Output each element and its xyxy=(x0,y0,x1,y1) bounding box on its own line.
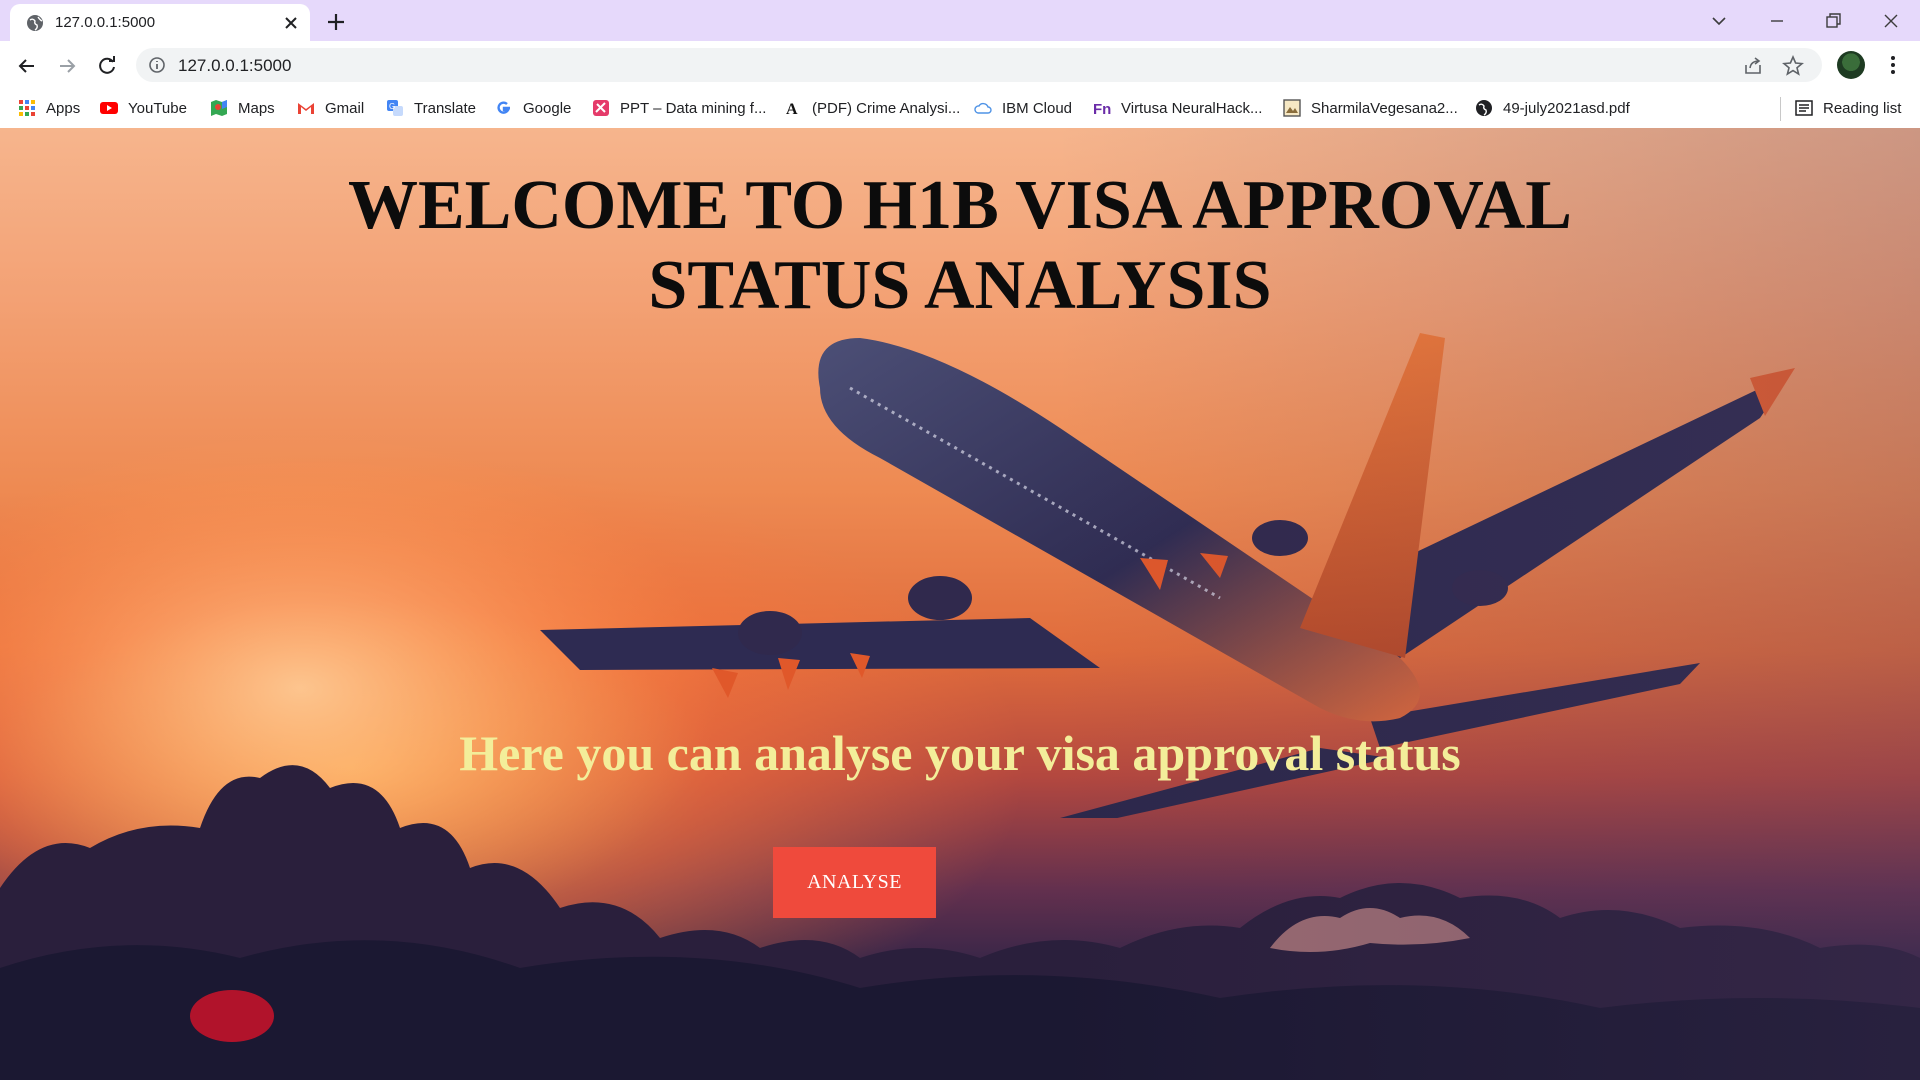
bookmark-google[interactable]: Google xyxy=(495,97,571,119)
bookmark-pdf[interactable]: 49-july2021asd.pdf xyxy=(1475,97,1630,119)
title-line-1: WELCOME TO H1B VISA APPROVAL xyxy=(347,167,1572,244)
academia-icon: A xyxy=(786,101,798,117)
globe-icon xyxy=(1476,100,1492,116)
reading-list-icon xyxy=(1795,100,1813,116)
bookmark-translate[interactable]: G Translate xyxy=(386,97,476,119)
bookmark-crime-analysis[interactable]: A (PDF) Crime Analysi... xyxy=(784,97,960,119)
profile-avatar[interactable] xyxy=(1837,51,1865,79)
image-file-icon xyxy=(1283,99,1301,117)
gmail-icon xyxy=(298,103,314,114)
site-info-icon[interactable] xyxy=(148,56,166,74)
bookmark-label: Google xyxy=(523,99,572,117)
translate-icon: G xyxy=(387,100,403,116)
minimize-icon[interactable] xyxy=(1764,8,1790,34)
browser-toolbar: 127.0.0.1:5000 xyxy=(0,41,1920,89)
ppt-icon xyxy=(593,100,609,116)
close-tab-icon[interactable] xyxy=(282,14,300,32)
svg-text:G: G xyxy=(389,102,395,111)
apps-grid-icon xyxy=(19,100,35,116)
svg-text:A: A xyxy=(786,101,798,117)
reading-list-button[interactable]: Reading list xyxy=(1795,97,1901,119)
analyse-button[interactable]: ANALYSE xyxy=(773,847,936,918)
tab-title: 127.0.0.1:5000 xyxy=(55,14,156,31)
reading-list-label: Reading list xyxy=(1823,99,1902,117)
bookmark-label: (PDF) Crime Analysi... xyxy=(812,99,961,117)
bookmark-label: SharmilaVegesana2... xyxy=(1311,99,1458,117)
browser-tab[interactable]: 127.0.0.1:5000 xyxy=(10,4,310,41)
bookmark-maps[interactable]: Maps xyxy=(210,97,275,119)
page-viewport: WELCOME TO H1B VISA APPROVAL STATUS ANAL… xyxy=(0,128,1920,1080)
tab-search-icon[interactable] xyxy=(1706,8,1732,34)
bookmark-label: Virtusa NeuralHack... xyxy=(1121,99,1263,117)
svg-text:Fn: Fn xyxy=(1093,101,1111,117)
new-tab-icon[interactable] xyxy=(324,10,348,34)
globe-icon xyxy=(27,15,43,31)
bookmark-youtube[interactable]: YouTube xyxy=(100,97,187,119)
bookmark-label: Apps xyxy=(46,99,81,117)
bookmark-ppt[interactable]: PPT – Data mining f... xyxy=(592,97,766,119)
bookmark-sharmila[interactable]: SharmilaVegesana2... xyxy=(1283,97,1458,119)
restore-icon[interactable] xyxy=(1820,8,1846,34)
fn-icon: Fn xyxy=(1093,101,1111,117)
bookmark-star-icon[interactable] xyxy=(1782,55,1804,77)
page-subtitle: Here you can analyse your visa approval … xyxy=(459,725,1461,781)
bookmark-ibm-cloud[interactable]: IBM Cloud xyxy=(974,97,1072,119)
ibm-cloud-icon xyxy=(974,102,992,114)
bookmark-apps[interactable]: Apps xyxy=(18,97,80,119)
bookmark-label: Maps xyxy=(238,99,275,117)
youtube-icon xyxy=(100,102,118,114)
title-line-2: STATUS ANALYSIS xyxy=(648,247,1272,324)
tab-strip: 127.0.0.1:5000 xyxy=(0,0,1920,41)
share-icon[interactable] xyxy=(1742,55,1764,77)
bookmark-label: 49-july2021asd.pdf xyxy=(1503,99,1630,117)
bookmark-label: Gmail xyxy=(325,99,365,117)
more-menu-icon[interactable] xyxy=(1880,51,1906,79)
close-window-icon[interactable] xyxy=(1878,8,1904,34)
bookmark-label: IBM Cloud xyxy=(1002,99,1073,117)
page-title: WELCOME TO H1B VISA APPROVAL STATUS ANAL… xyxy=(260,166,1660,326)
bookmark-gmail[interactable]: Gmail xyxy=(297,97,364,119)
bookmark-virtusa[interactable]: Fn Virtusa NeuralHack... xyxy=(1093,97,1262,119)
maps-icon xyxy=(211,100,227,116)
url-text[interactable]: 127.0.0.1:5000 xyxy=(178,56,291,76)
address-bar[interactable]: 127.0.0.1:5000 xyxy=(136,48,1822,82)
bookmarks-bar: Apps YouTube Maps Gmail G Translate Goog… xyxy=(0,89,1920,129)
bookmark-label: PPT – Data mining f... xyxy=(620,99,767,117)
bookmarks-divider xyxy=(1780,97,1781,121)
bookmark-label: YouTube xyxy=(128,99,187,117)
forward-icon[interactable] xyxy=(54,53,80,79)
back-icon[interactable] xyxy=(14,53,40,79)
reload-icon[interactable] xyxy=(94,53,120,79)
google-icon xyxy=(497,101,511,114)
bookmark-label: Translate xyxy=(414,99,476,117)
